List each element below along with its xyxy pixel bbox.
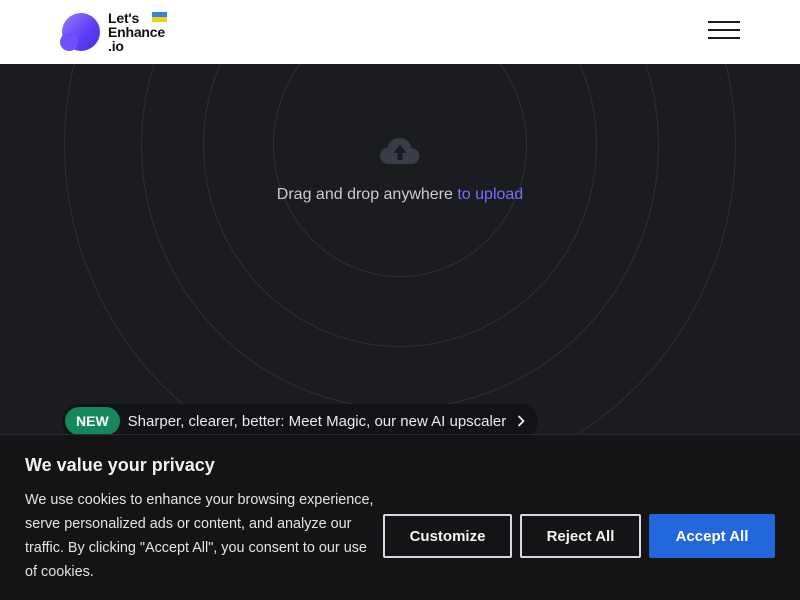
chevron-right-icon xyxy=(518,415,525,427)
drop-text: Drag and drop anywhere xyxy=(276,186,453,203)
hamburger-menu-button[interactable] xyxy=(706,18,740,42)
logo-mark-small xyxy=(60,33,78,51)
top-header: Let's Enhance .io xyxy=(0,0,800,64)
cookie-description: We use cookies to enhance your browsing … xyxy=(25,492,374,580)
hamburger-icon-bar xyxy=(708,29,740,31)
cookie-consent-banner: We value your privacy We use cookies to … xyxy=(0,434,800,600)
cloud-upload-icon[interactable] xyxy=(379,136,421,166)
brand-logo[interactable]: Let's Enhance .io xyxy=(60,11,180,55)
cookie-title: We value your privacy xyxy=(25,455,215,475)
logo-line-2: Enhance xyxy=(108,24,165,40)
reject-all-button[interactable]: Reject All xyxy=(520,514,641,558)
new-badge: NEW xyxy=(65,407,120,435)
logo-line-3: .io xyxy=(108,38,124,54)
hamburger-icon-bar xyxy=(708,37,740,39)
drop-instructions: Drag and drop anywhere to upload xyxy=(0,186,800,204)
upload-link[interactable]: to upload xyxy=(457,186,523,203)
hamburger-icon xyxy=(708,21,740,23)
announcement-pill[interactable]: NEW Sharper, clearer, better: Meet Magic… xyxy=(62,404,539,438)
announcement-text: Sharper, clearer, better: Meet Magic, ou… xyxy=(127,412,507,430)
accept-all-button[interactable]: Accept All xyxy=(649,514,775,558)
ukraine-flag-icon xyxy=(152,12,167,22)
customize-button[interactable]: Customize xyxy=(383,514,512,558)
